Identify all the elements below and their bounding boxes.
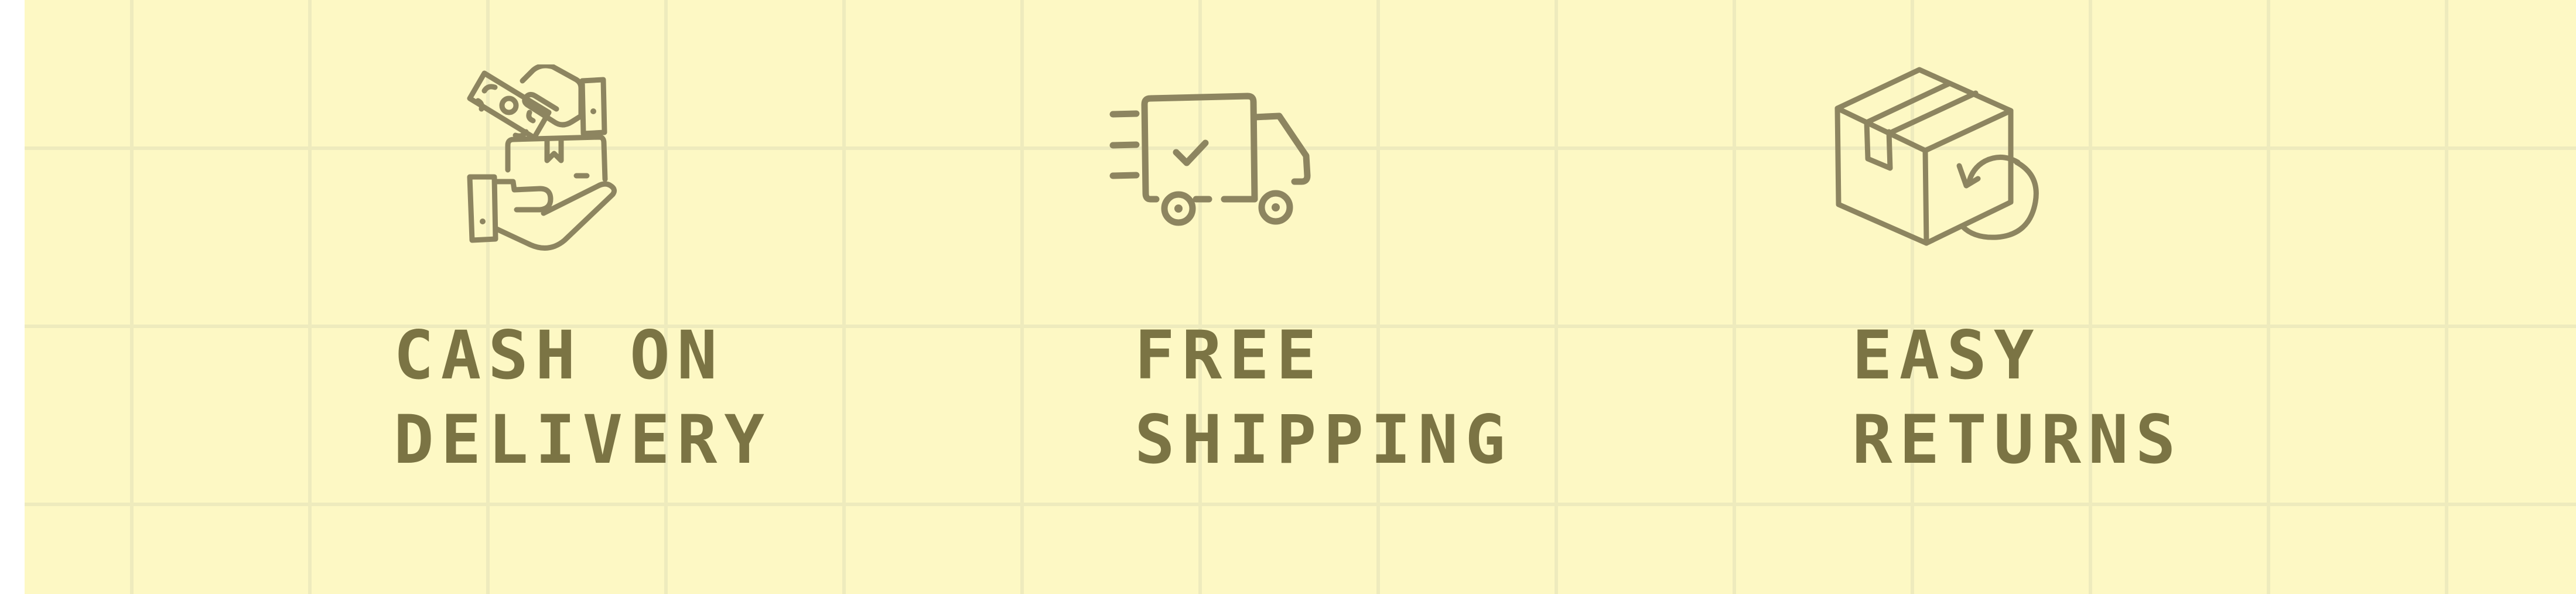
free-shipping-label-line1: FREE <box>1135 316 1324 394</box>
free-shipping-label-line2: SHIPPING <box>1135 401 1513 479</box>
cash-on-delivery-icon <box>467 64 617 251</box>
delivery-truck-icon <box>1109 93 1311 226</box>
return-box-icon <box>1834 67 2039 246</box>
easy-returns-label: EASY RETURNS <box>1852 313 2182 482</box>
features-banner: CASH ON DELIVERY FREE SHIPPING EASY RETU… <box>25 0 2576 594</box>
feature-free-shipping: FREE SHIPPING <box>1091 0 1547 594</box>
cash-on-delivery-label: CASH ON DELIVERY <box>394 313 771 482</box>
feature-easy-returns: EASY RETURNS <box>1808 0 2265 594</box>
free-shipping-label: FREE SHIPPING <box>1135 313 1512 482</box>
easy-returns-label-line2: RETURNS <box>1852 401 2183 479</box>
easy-returns-label-line1: EASY <box>1852 316 2041 394</box>
cash-on-delivery-label-line2: DELIVERY <box>394 401 772 479</box>
cash-on-delivery-label-line1: CASH ON <box>394 316 725 394</box>
feature-cash-on-delivery: CASH ON DELIVERY <box>353 0 809 594</box>
